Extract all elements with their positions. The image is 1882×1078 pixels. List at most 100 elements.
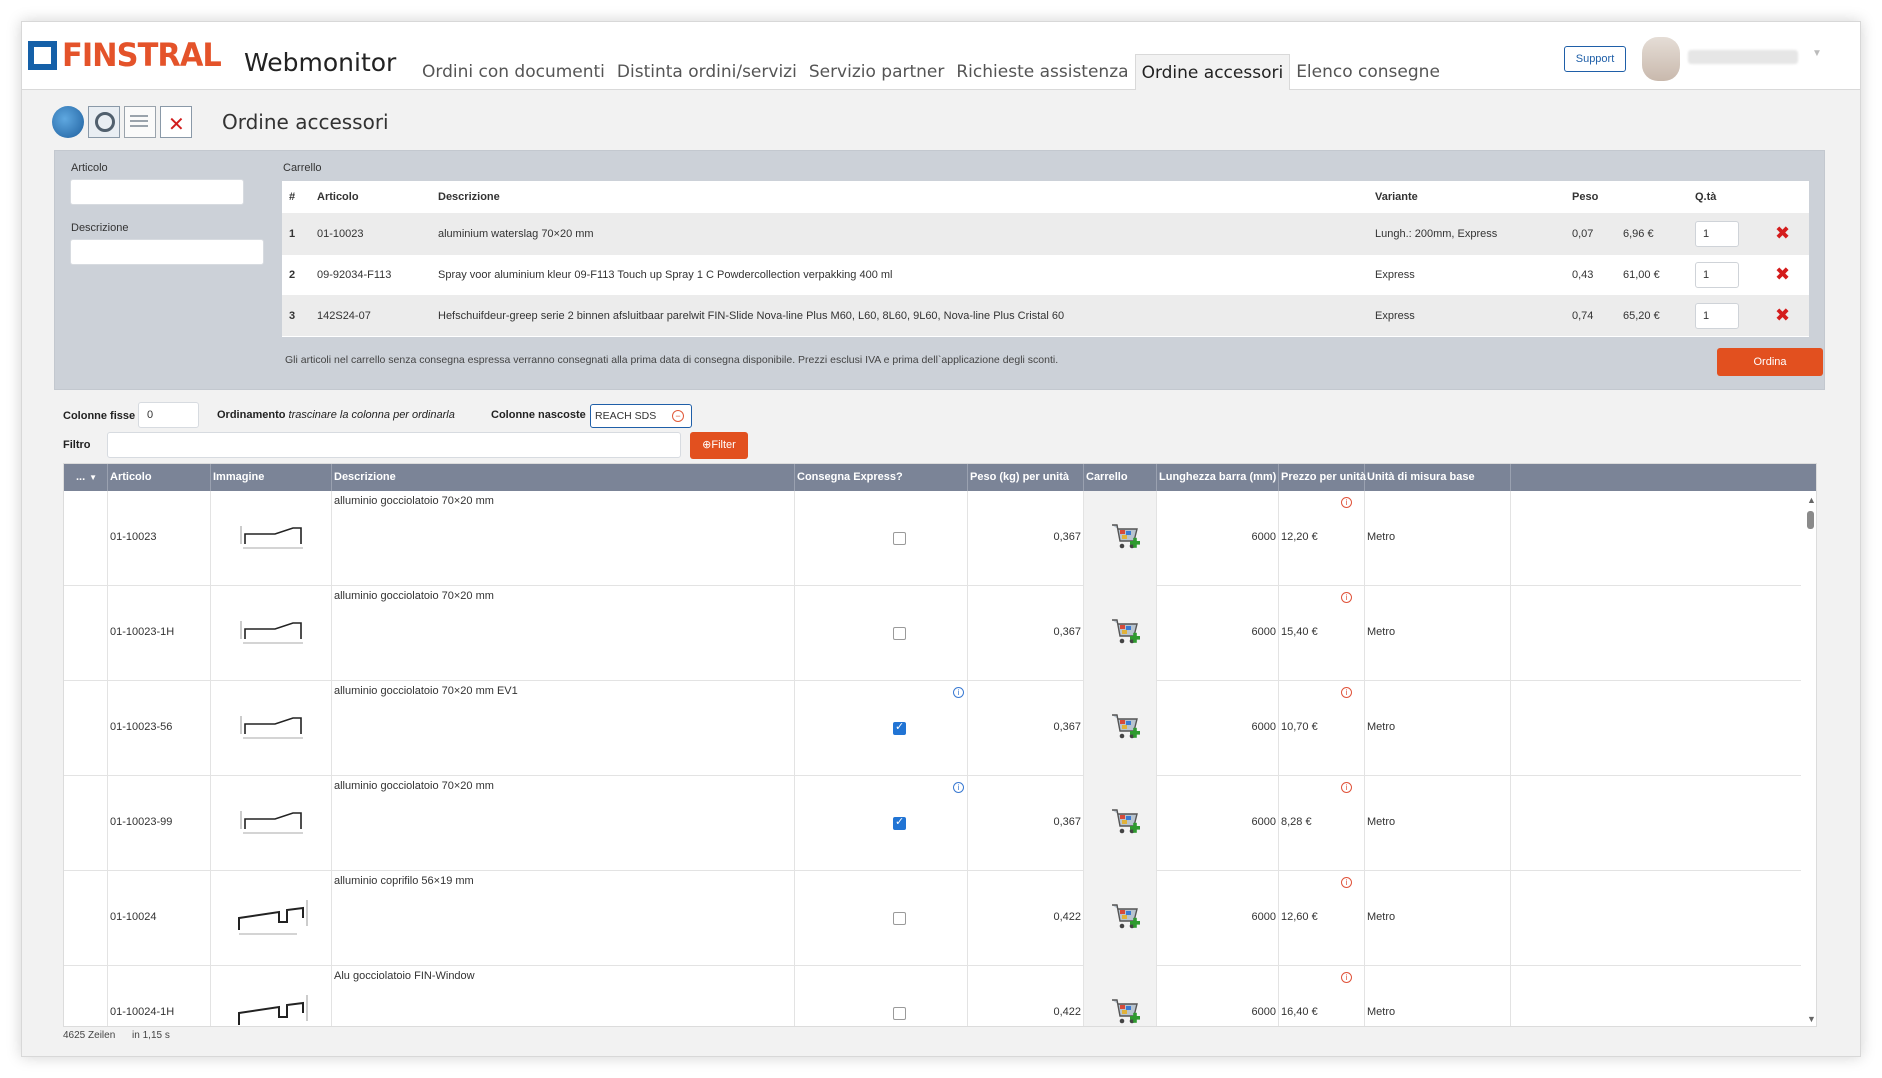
- nav-tab-ordine-accessori[interactable]: Ordine accessori: [1134, 54, 1291, 90]
- express-checkbox[interactable]: [893, 1007, 906, 1020]
- avatar[interactable]: [1642, 37, 1680, 81]
- cart-col-peso: Peso: [1572, 190, 1599, 203]
- grid-col-consegna-express[interactable]: Consegna Express?: [795, 464, 968, 491]
- articles-grid: ... ▼ Articolo Immagine Descrizione Consegna …: [63, 463, 1817, 1027]
- grid-col-articolo[interactable]: Articolo: [108, 464, 211, 491]
- nav-tab-distinta-ordini-servizi[interactable]: Distinta ordini/servizi: [611, 54, 803, 90]
- cell-articolo: 01-10023: [108, 491, 211, 586]
- remove-item-icon[interactable]: ✖: [1775, 305, 1790, 325]
- table-row[interactable]: 01-10023-1H alluminio gocciolatoio 70×20 …: [64, 586, 1801, 681]
- search-icon[interactable]: [88, 106, 120, 138]
- scroll-down-icon[interactable]: ▼: [1807, 1014, 1816, 1024]
- quantity-input[interactable]: 1: [1695, 302, 1739, 329]
- price-info-icon[interactable]: i: [1341, 687, 1352, 698]
- add-to-cart-icon[interactable]: [1110, 996, 1140, 1026]
- nav-tab-richieste-assistenza[interactable]: Richieste assistenza: [950, 54, 1134, 90]
- cancel-icon[interactable]: [160, 106, 192, 138]
- nav-tab-servizio-partner[interactable]: Servizio partner: [803, 54, 951, 90]
- unita-value: Metro: [1367, 531, 1396, 543]
- articolo-value: 01-10024: [110, 911, 157, 923]
- scroll-thumb[interactable]: [1807, 511, 1814, 529]
- cell-immagine: [211, 586, 332, 681]
- prezzo-value: 12,60 €: [1281, 911, 1318, 923]
- express-checkbox[interactable]: [893, 532, 906, 545]
- price-info-icon[interactable]: i: [1341, 782, 1352, 793]
- cart-row-qta-cell: 1: [1688, 294, 1768, 336]
- grid-col-lunghezza-barra-mm[interactable]: Lunghezza barra (mm): [1157, 464, 1279, 491]
- express-checkbox[interactable]: [893, 627, 906, 640]
- document-icon[interactable]: [124, 106, 156, 138]
- express-checkbox[interactable]: [893, 720, 906, 735]
- hidden-column-chip[interactable]: REACH SDS −: [590, 404, 692, 428]
- ordinamento-hint: trascinare la colonna per ordinarla: [288, 409, 455, 421]
- cell-lunghezza: 6000: [1157, 966, 1279, 1026]
- price-info-icon[interactable]: i: [1341, 592, 1352, 603]
- table-row[interactable]: 01-10023-56 alluminio gocciolatoio 70×20 …: [64, 681, 1801, 776]
- column-menu-button[interactable]: ... ▼: [64, 464, 108, 491]
- articolo-value: 01-10023-1H: [110, 626, 175, 638]
- support-button[interactable]: Support: [1564, 46, 1626, 72]
- remove-chip-icon[interactable]: −: [672, 410, 684, 422]
- cell-lunghezza: 6000: [1157, 681, 1279, 776]
- articolo-input[interactable]: [70, 179, 244, 205]
- table-row[interactable]: 01-10023 alluminio gocciolatoio 70×20 mm 0…: [64, 491, 1801, 586]
- cell-unita: Metro: [1365, 776, 1511, 871]
- user-name-blurred[interactable]: [1688, 50, 1798, 64]
- cart-row-prezzo: 61,00 €: [1616, 253, 1688, 295]
- price-info-icon[interactable]: i: [1341, 972, 1352, 983]
- add-to-cart-icon[interactable]: [1110, 711, 1140, 743]
- grid-col-immagine[interactable]: Immagine: [211, 464, 332, 491]
- filtro-input[interactable]: [107, 432, 681, 458]
- cell-carrello: [1084, 586, 1157, 681]
- price-info-icon[interactable]: i: [1341, 877, 1352, 888]
- cart-row-articolo: 01-10023: [310, 212, 431, 254]
- ordinamento-label-text: Ordinamento: [217, 409, 286, 421]
- add-to-cart-icon[interactable]: [1110, 806, 1140, 838]
- colonne-fisse-input[interactable]: 0: [138, 402, 199, 428]
- grid-col-carrello[interactable]: Carrello: [1084, 464, 1157, 491]
- column-menu-caret-icon: ▼: [89, 473, 98, 482]
- grid-col-peso-kg-per-unit[interactable]: Peso (kg) per unità: [968, 464, 1084, 491]
- table-row[interactable]: 01-10024 alluminio coprifilo 56×19 mm 0,42…: [64, 871, 1801, 966]
- cell-descrizione: Alu gocciolatoio FIN-Window: [332, 966, 795, 1026]
- peso-value: 0,367: [1053, 816, 1081, 828]
- scroll-up-icon[interactable]: ▲: [1807, 495, 1816, 505]
- cart-col-qta: Q.tà: [1695, 190, 1717, 203]
- prezzo-value: 10,70 €: [1281, 721, 1318, 733]
- grid-col-unit-di-misura-base[interactable]: Unità di misura base: [1365, 464, 1511, 491]
- profile-drawing-icon: [235, 617, 305, 654]
- nav-tab-ordini-con-documenti[interactable]: Ordini con documenti: [416, 54, 611, 90]
- grid-col-prezzo-per-unit[interactable]: Prezzo per unità: [1279, 464, 1366, 491]
- quantity-input[interactable]: 1: [1695, 261, 1739, 288]
- nav-tab-elenco-consegne[interactable]: Elenco consegne: [1290, 54, 1446, 90]
- price-info-icon[interactable]: i: [1341, 497, 1352, 508]
- express-checkbox[interactable]: [893, 815, 906, 830]
- descrizione-input[interactable]: [70, 239, 264, 265]
- filter-button[interactable]: ⊕Filter: [690, 432, 748, 459]
- grid-scrollbar[interactable]: ▲ ▼: [1804, 491, 1816, 1026]
- cell-immagine: [211, 966, 332, 1026]
- remove-item-icon[interactable]: ✖: [1775, 223, 1790, 243]
- cart-row-descrizione: Spray voor aluminium kleur 09-F113 Touch…: [431, 253, 1368, 295]
- grid-col-descrizione[interactable]: Descrizione: [332, 464, 795, 491]
- add-to-cart-icon[interactable]: [1110, 521, 1140, 553]
- user-menu-caret-icon[interactable]: ▼: [1812, 48, 1822, 59]
- add-to-cart-icon[interactable]: [1110, 616, 1140, 648]
- cell-unita: Metro: [1365, 681, 1511, 776]
- refresh-icon[interactable]: [52, 106, 84, 138]
- remove-item-icon[interactable]: ✖: [1775, 264, 1790, 284]
- info-icon[interactable]: i: [953, 782, 964, 793]
- table-row[interactable]: 01-10024-1H Alu gocciolatoio FIN-Window 0,…: [64, 966, 1801, 1026]
- cart-col-descrizione: Descrizione: [438, 190, 500, 203]
- quantity-input[interactable]: 1: [1695, 220, 1739, 247]
- express-checkbox[interactable]: [893, 912, 906, 925]
- ordina-button[interactable]: Ordina: [1717, 348, 1823, 376]
- add-to-cart-icon[interactable]: [1110, 901, 1140, 933]
- cell-express: i: [795, 681, 968, 776]
- toolbar: Ordine accessori: [52, 106, 389, 138]
- info-icon[interactable]: i: [953, 687, 964, 698]
- table-row[interactable]: 01-10023-99 alluminio gocciolatoio 70×20 …: [64, 776, 1801, 871]
- cart-row-delete-cell: ✖: [1768, 253, 1809, 295]
- cell-immagine: [211, 871, 332, 966]
- cell-lunghezza: 6000: [1157, 586, 1279, 681]
